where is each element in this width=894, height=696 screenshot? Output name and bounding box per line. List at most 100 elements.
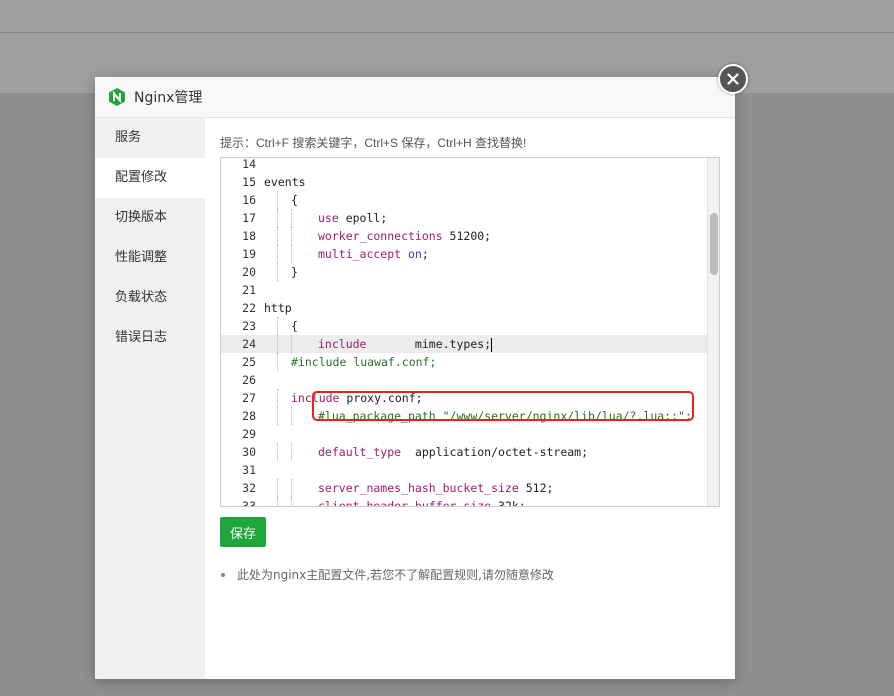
code-line[interactable]: 16 {	[221, 191, 707, 209]
code-token: #include luawaf.conf;	[291, 355, 437, 369]
line-number: 25	[242, 355, 256, 369]
dialog-title: Nginx管理	[134, 90, 203, 106]
code-text: include mime.types;	[318, 335, 493, 353]
code-line[interactable]: 30 default_type application/octet-stream;	[221, 443, 707, 461]
editor-scrollbar[interactable]	[707, 158, 719, 506]
code-line[interactable]: 18 worker_connections 51200;	[221, 227, 707, 245]
indent-guide	[277, 227, 278, 245]
code-editor[interactable]: 14 15 events 16 {17 use epoll; 18 worker_connec…	[220, 157, 720, 507]
indent-guide	[277, 263, 278, 281]
background-divider	[0, 32, 894, 33]
code-token: worker_connections	[318, 229, 443, 243]
sidebar-item-config-edit[interactable]: 配置修改	[95, 158, 205, 198]
sidebar: 服务 配置修改 切换版本 性能调整 负载状态 错误日志	[95, 118, 205, 679]
indent-guide	[291, 497, 292, 506]
sidebar-item-load-status[interactable]: 负载状态	[95, 278, 205, 318]
code-line[interactable]: 26	[221, 371, 707, 389]
code-token: server_names_hash_bucket_size	[318, 481, 519, 495]
code-line[interactable]: 20}	[221, 263, 707, 281]
code-line[interactable]: 22 http	[221, 299, 707, 317]
code-line[interactable]: 23 {	[221, 317, 707, 335]
dialog-header: Nginx管理	[95, 77, 735, 118]
indent-guide	[277, 191, 278, 209]
code-line[interactable]: 17 use epoll;	[221, 209, 707, 227]
line-number: 28	[242, 409, 256, 423]
code-text: {	[291, 191, 298, 209]
code-text: #lua_package_path "/www/server/nginx/lib…	[318, 407, 692, 425]
code-line[interactable]: 15 events	[221, 173, 707, 191]
indent-guide	[291, 227, 292, 245]
code-text: }	[291, 263, 298, 281]
text-cursor	[491, 337, 493, 352]
code-token: application/octet-stream;	[401, 445, 589, 459]
line-number: 30	[242, 445, 256, 459]
code-line[interactable]: 24 include mime.types;	[221, 335, 707, 353]
code-token: 32k;	[491, 499, 526, 507]
editor-scroll-thumb[interactable]	[710, 213, 718, 275]
indent-guide	[277, 443, 278, 461]
code-lines: 14 15 events 16 {17 use epoll; 18 worker_connec…	[221, 157, 707, 507]
code-line[interactable]: 32 server_names_hash_bucket_size 512;	[221, 479, 707, 497]
code-line[interactable]: 21	[221, 281, 707, 299]
code-token: proxy.conf;	[339, 391, 423, 405]
line-number: 29	[242, 427, 256, 441]
code-token: 512;	[518, 481, 554, 495]
code-token: }	[291, 265, 298, 279]
code-text: use epoll;	[318, 209, 387, 227]
code-line[interactable]: 27 include proxy.conf;	[221, 389, 707, 407]
code-token: use	[318, 211, 339, 225]
code-text: server_names_hash_bucket_size 512;	[318, 479, 553, 497]
line-number: 14	[242, 157, 256, 171]
indent-guide	[277, 407, 278, 425]
indent-guide	[291, 479, 292, 497]
line-number: 33	[242, 499, 256, 507]
code-line[interactable]: 19 multi_accept on;	[221, 245, 707, 263]
indent-guide	[277, 209, 278, 227]
code-token: include	[318, 337, 367, 351]
sidebar-item-switch-version[interactable]: 切换版本	[95, 198, 205, 238]
line-number: 20	[242, 265, 256, 279]
code-text: #include luawaf.conf;	[291, 353, 436, 371]
indent-guide	[277, 353, 278, 371]
code-text: worker_connections 51200;	[318, 227, 491, 245]
code-line[interactable]: 29	[221, 425, 707, 443]
indent-guide	[277, 479, 278, 497]
code-line[interactable]: 31	[221, 461, 707, 479]
nginx-manager-dialog: Nginx管理 服务 配置修改 切换版本 性能调整 负载状态 错误日志 提示：C…	[95, 77, 735, 679]
save-button[interactable]: 保存	[220, 517, 266, 547]
indent-guide	[277, 389, 278, 407]
code-text: events	[264, 173, 306, 191]
nginx-logo-icon	[109, 88, 125, 106]
code-token: mime.types;	[366, 337, 492, 351]
code-token: on	[408, 247, 422, 261]
code-token: {	[291, 319, 298, 333]
code-token: #lua_package_path "/www/server/nginx/lib…	[318, 409, 692, 423]
line-number: 16	[242, 193, 256, 207]
sidebar-item-performance-tuning[interactable]: 性能调整	[95, 238, 205, 278]
code-line[interactable]: 25 #include luawaf.conf;	[221, 353, 707, 371]
indent-guide	[277, 317, 278, 335]
code-text: include proxy.conf;	[291, 389, 423, 407]
code-token: 51200;	[442, 229, 492, 243]
close-button[interactable]	[718, 64, 748, 94]
indent-guide	[291, 443, 292, 461]
code-token: ;	[421, 247, 429, 261]
code-text: client_header_buffer_size 32k;	[318, 497, 526, 507]
line-number: 18	[242, 229, 256, 243]
code-line[interactable]: 14	[221, 157, 707, 173]
sidebar-item-error-log[interactable]: 错误日志	[95, 318, 205, 358]
line-number: 31	[242, 463, 256, 477]
code-line[interactable]: 33 client_header_buffer_size 32k;	[221, 497, 707, 507]
indent-guide	[291, 407, 292, 425]
code-token: multi_accept	[318, 247, 402, 261]
line-number: 23	[242, 319, 256, 333]
indent-guide	[277, 335, 278, 353]
notes-list: 此处为nginx主配置文件,若您不了解配置规则,请勿随意修改	[220, 566, 554, 584]
note-item: 此处为nginx主配置文件,若您不了解配置规则,请勿随意修改	[220, 566, 554, 584]
shortcut-hint: 提示：Ctrl+F 搜索关键字，Ctrl+S 保存，Ctrl+H 查找替换!	[220, 136, 527, 150]
code-line[interactable]: 28 #lua_package_path "/www/server/nginx/l…	[221, 407, 707, 425]
code-text: multi_accept on;	[318, 245, 429, 263]
code-token: client_header_buffer_size	[318, 499, 492, 507]
sidebar-item-service[interactable]: 服务	[95, 118, 205, 158]
